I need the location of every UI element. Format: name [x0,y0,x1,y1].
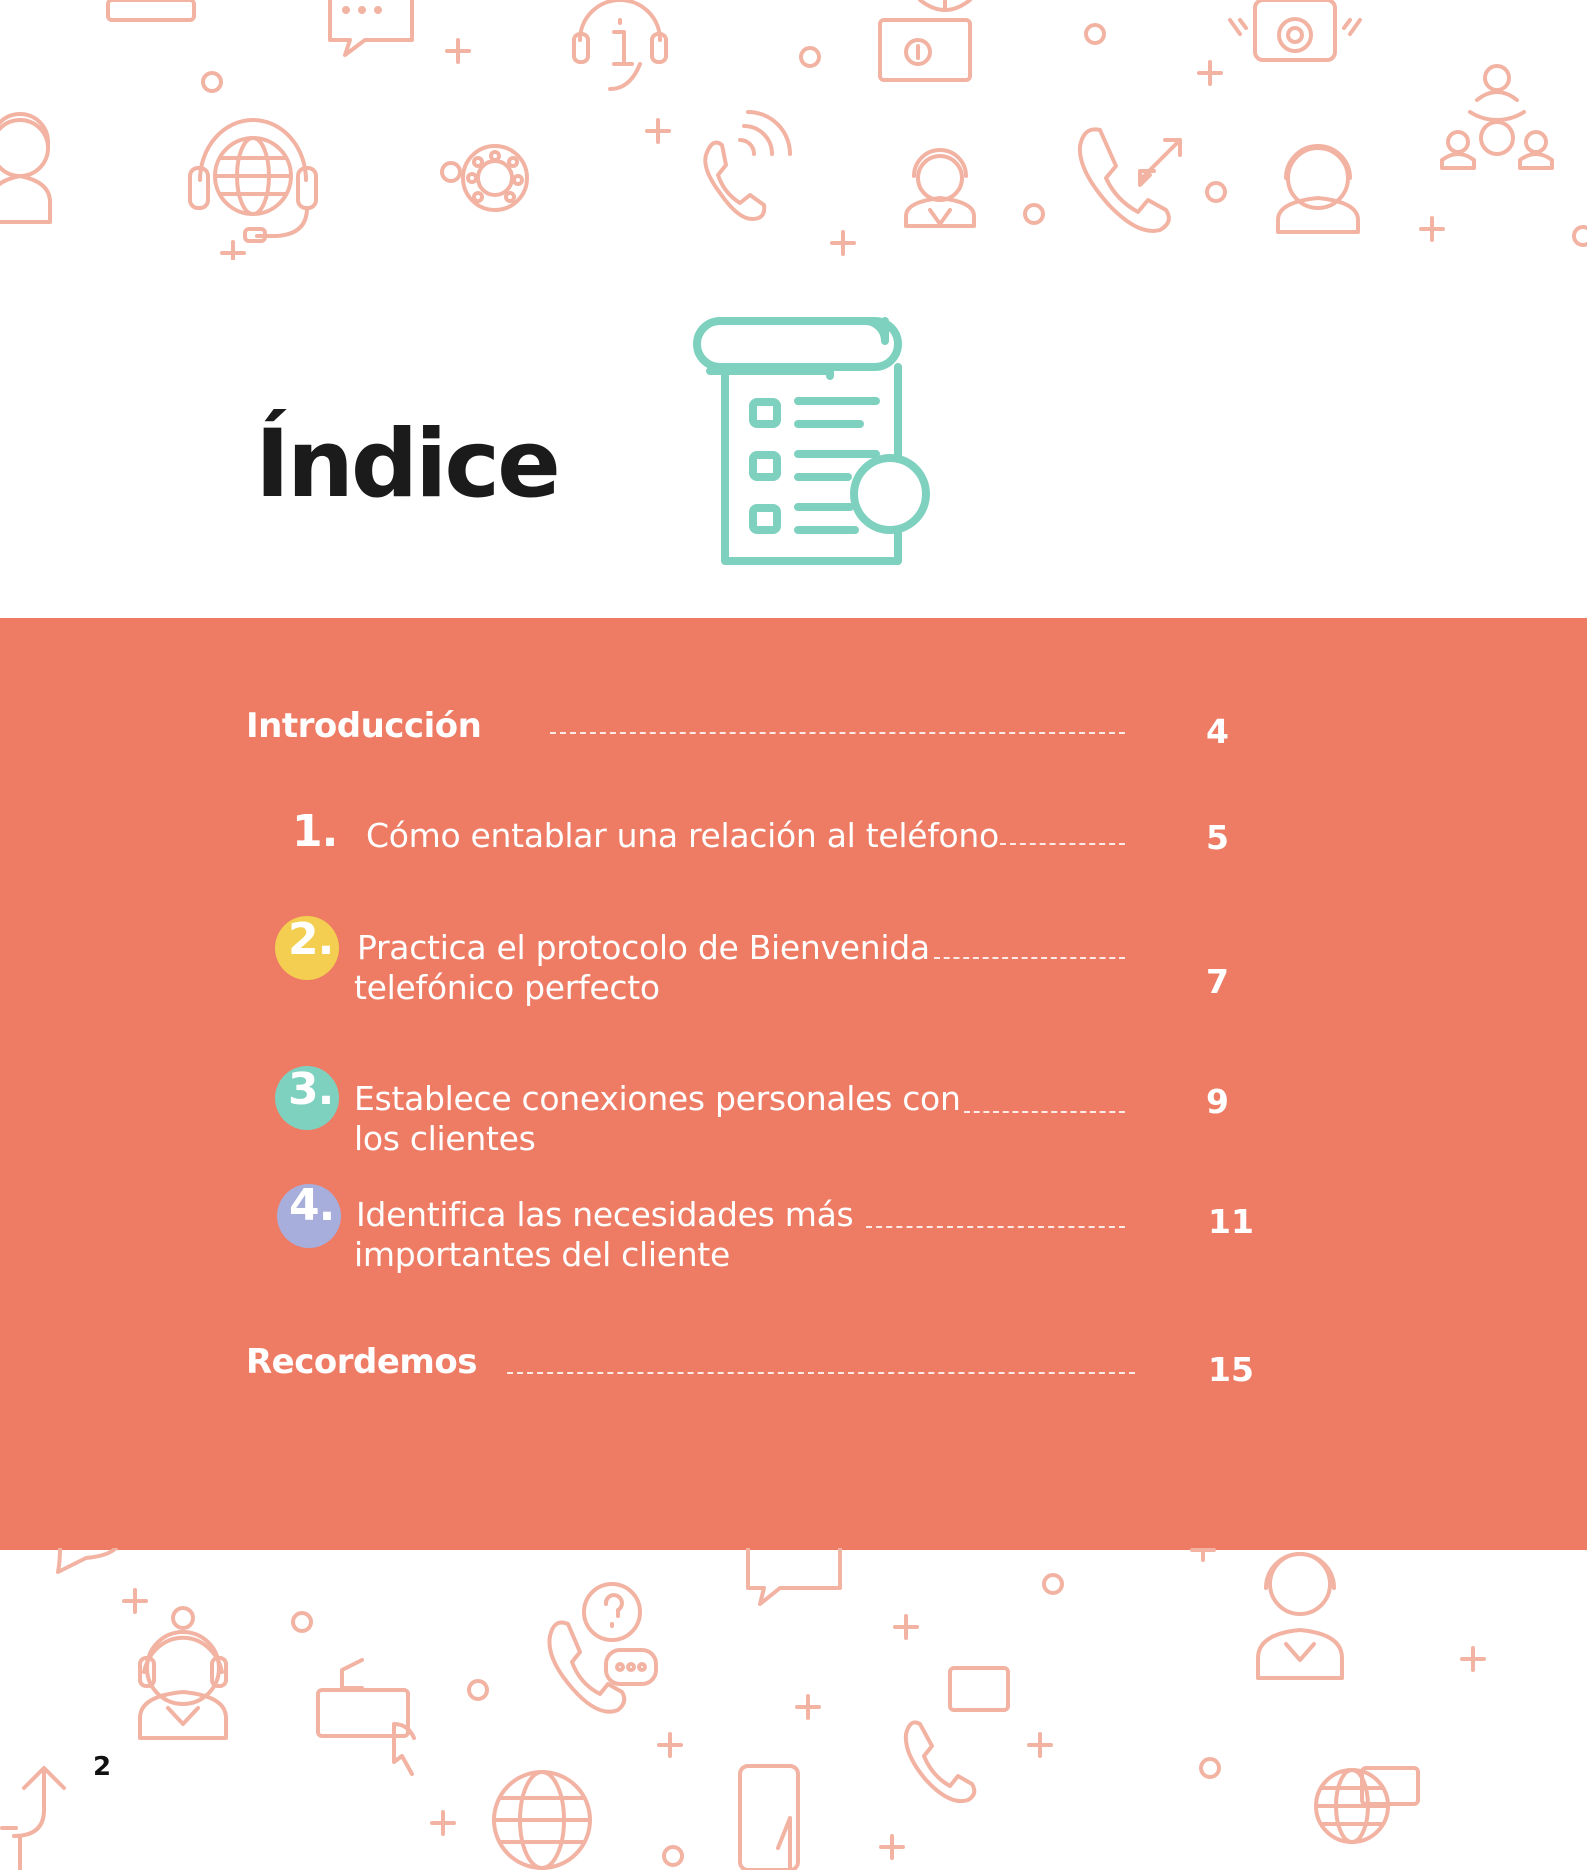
page-title: Índice [255,410,561,519]
toc-item-number: 4. [289,1180,335,1231]
dotted-leader [866,1226,1125,1228]
toc-item-page[interactable]: 9 [1206,1082,1229,1121]
agent-headset-icon [0,112,52,224]
toc-item-text[interactable]: telefónico perfecto [354,968,660,1008]
icon-pattern-top [0,0,1587,260]
toc-item-text[interactable]: Establece conexiones personales con [354,1079,961,1119]
table-of-contents: Introducción 4 1. Cómo entablar una rela… [0,618,1587,1550]
agent-icon [106,0,196,22]
question-call-icon [547,1582,658,1714]
info-headset-icon [572,0,668,91]
chat-bubble-icon [56,1548,842,1606]
toc-item-text[interactable]: Cómo entablar una relación al teléfono [366,816,999,856]
toc-item-text[interactable]: Identifica las necesidades más [356,1195,854,1235]
toc-closing-label[interactable]: Recordemos [246,1342,477,1382]
toc-item-page[interactable]: 7 [1206,962,1229,1001]
toc-item-page[interactable]: 11 [1208,1202,1254,1241]
customer-agent-icon [1256,1552,1344,1680]
customer-agent-icon [1276,144,1360,234]
network-people-icon [1440,64,1554,170]
call-center-agent-icon [904,148,976,228]
circle-icon [291,1573,1221,1867]
telephone-icon [703,110,792,221]
globe-icon [492,1770,592,1870]
toc-item-text[interactable]: los clientes [354,1119,536,1159]
globe-chat-icon [1314,1766,1420,1844]
toc-item-number: 3. [288,1064,334,1115]
dotted-leader [934,957,1125,959]
plus-icon [220,38,1445,260]
info-laptop-agent-icon [878,0,972,82]
toc-closing-page[interactable]: 15 [1208,1350,1254,1389]
toc-intro-page[interactable]: 4 [1206,712,1229,751]
plus-icon [122,1548,1486,1860]
document-checklist-icon [693,317,930,565]
chat-bubble-icon [328,0,414,57]
info-sign-icon [316,1658,416,1776]
page-number: 2 [93,1752,112,1782]
toc-item-number: 1. [292,806,338,857]
dotted-leader [550,732,1125,734]
call-transfer-icon [1077,127,1182,233]
dotted-leader [1000,843,1125,845]
toc-item-page[interactable]: 5 [1206,818,1229,857]
dotted-leader [507,1372,1135,1374]
back-arrow-icon [0,1766,66,1870]
mobile-phone-icon [738,1764,800,1870]
toc-item-text[interactable]: importantes del cliente [354,1235,730,1275]
toc-item-number: 2. [288,914,334,965]
globe-headset-icon [188,118,318,243]
toc-item-text[interactable]: Practica el protocolo de Bienvenida [357,928,930,968]
woman-agent-icon [138,1606,228,1740]
icon-pattern-bottom [0,1548,1486,1870]
phone-ringing-icon [1228,0,1362,62]
toc-intro-label[interactable]: Introducción [246,706,482,746]
24h-call-icon [903,1666,1010,1803]
rotary-dial-24-7-icon [440,144,529,212]
dotted-leader [964,1111,1125,1113]
circle-icon [201,23,1587,247]
